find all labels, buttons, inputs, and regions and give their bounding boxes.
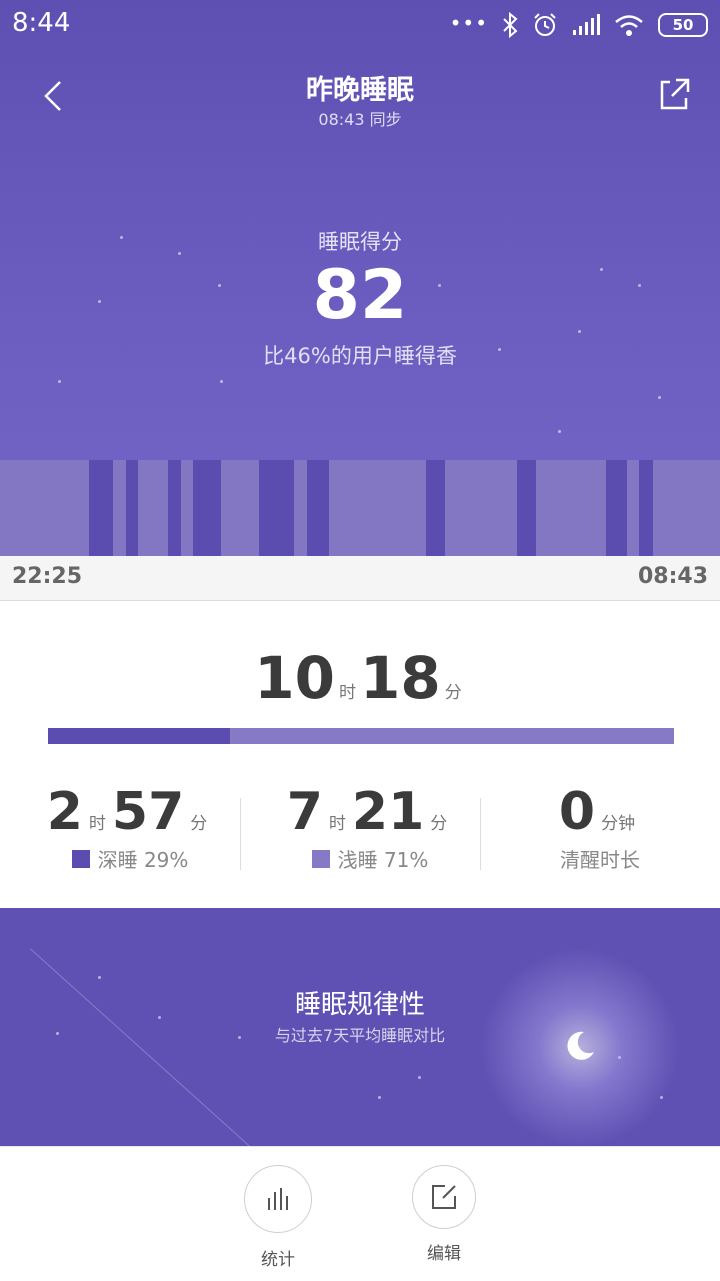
deep-label: 深睡 29% [97,848,189,872]
star [418,1076,421,1079]
deep-sleep-segment [426,460,445,556]
wifi-icon [615,15,643,36]
deep-minutes: 57 [111,782,185,842]
deep-sleep-segment [126,460,139,556]
start-time: 22:25 [12,564,83,589]
awake-stat: 0 分钟 清醒时长 [558,782,640,872]
edit-label: 编辑 [427,1244,461,1264]
light-swatch [311,849,330,868]
bar-chart-icon [268,1188,288,1210]
total-duration: 10 时18 分 [0,644,720,712]
sleep-timeline[interactable] [0,460,720,556]
sleep-ratio-bar [48,728,674,744]
light-sleep-stat: 7 时 21 分 浅睡 71% [286,782,448,872]
star [658,396,661,399]
deep-sleep-segment [192,460,222,556]
deep-swatch [71,849,90,868]
hours-unit: 时 [339,683,356,703]
page-title: 昨晚睡眠 [306,75,414,106]
regularity-title: 睡眠规律性 [294,990,425,1020]
edit-icon [432,1185,456,1209]
deep-sleep-segment [259,460,295,556]
battery-icon: 50 [658,13,708,37]
bluetooth-icon [503,12,518,38]
star [220,380,223,383]
timeline-axis: 22:25 08:43 [0,556,720,601]
light-hours: 7 [286,782,323,842]
edit-button[interactable]: 编辑 [394,1165,494,1264]
star [378,1096,381,1099]
deep-hours: 2 [46,782,83,842]
total-hours: 10 [254,644,335,712]
divider [240,798,241,870]
regularity-subtitle: 与过去7天平均睡眠对比 [274,1026,446,1045]
share-button[interactable] [654,74,694,114]
star [558,430,561,433]
minutes-unit: 分 [444,683,462,703]
deep-sleep-stat: 2 时 57 分 深睡 29% [46,782,208,872]
deep-sleep-segment [639,460,654,556]
deep-sleep-segment [306,460,330,556]
signal-icon [573,14,600,35]
deep-sleep-segment [167,460,182,556]
deep-sleep-segment [89,460,114,556]
awake-label: 清醒时长 [560,848,640,872]
light-label: 浅睡 71% [337,848,429,872]
deep-sleep-segment [606,460,628,556]
sync-time: 08:43 同步 [318,110,402,129]
status-bar: 8:44 ••• 50 [0,0,720,52]
sleep-hero: 8:44 ••• 50 昨晚睡眠 08:43 同步 睡眠得分 82 比46%的用… [0,0,720,556]
alarm-icon [534,13,556,36]
star [98,976,101,979]
sleep-score: 82 [312,256,408,335]
status-time: 8:44 [12,8,71,38]
score-compare: 比46%的用户睡得香 [263,344,457,368]
total-minutes: 18 [360,644,441,712]
end-time: 08:43 [637,564,708,589]
shooting-star [29,948,269,1148]
more-dots: ••• [449,11,488,35]
deep-ratio-fill [48,728,230,744]
score-label: 睡眠得分 [318,230,402,254]
deep-sleep-segment [516,460,537,556]
bottom-toolbar: 统计 编辑 [0,1146,720,1281]
stats-label: 统计 [261,1250,295,1270]
awake-minutes: 0 [558,782,596,842]
stats-button[interactable]: 统计 [228,1165,328,1270]
star [58,380,61,383]
light-minutes: 21 [351,782,425,842]
sleep-regularity-card[interactable]: 睡眠规律性 与过去7天平均睡眠对比 [0,908,720,1148]
